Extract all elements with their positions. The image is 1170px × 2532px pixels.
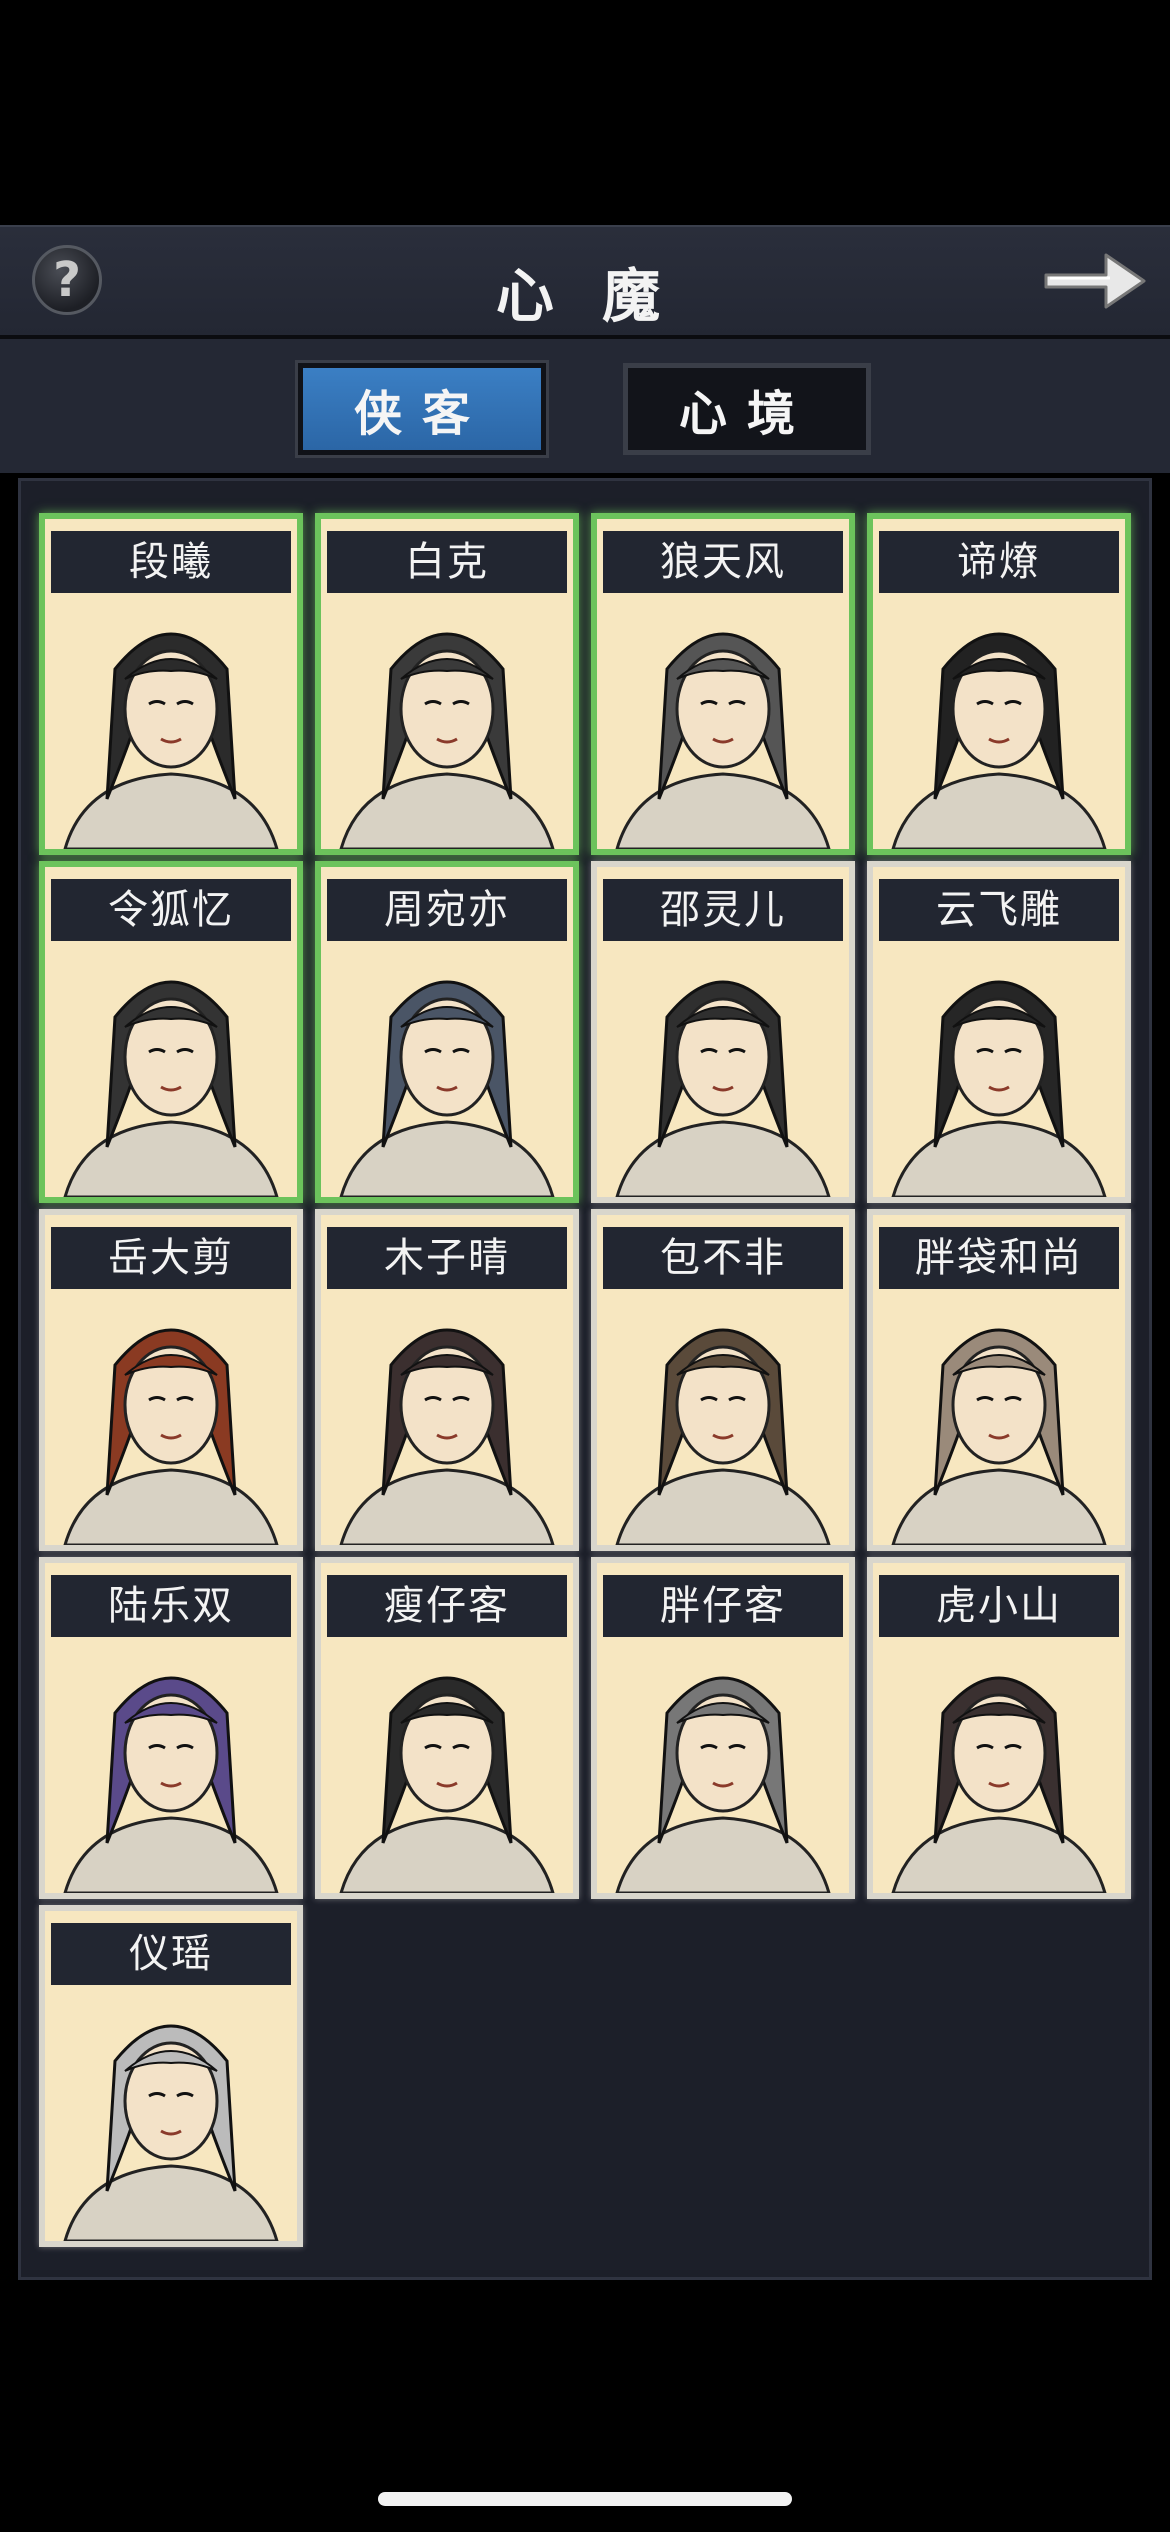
character-card[interactable]: 白克 (315, 513, 579, 855)
character-card[interactable]: 瘦仔客 (315, 1557, 579, 1899)
tab-heroes-label: 侠客 (353, 386, 490, 442)
character-name: 狼天风 (603, 531, 843, 593)
tab-bar: 侠客 心境 (0, 339, 1170, 473)
character-grid: 段曦 白克 狼天风 谛燎令狐忆 周宛亦 邵灵儿 云飞雕岳大剪 木子晴 包不非 胖袋和尚陆乐双 瘦仔客… (18, 478, 1152, 2280)
character-portrait (321, 599, 573, 849)
arrow-right-icon (1044, 253, 1146, 309)
tab-mindset[interactable]: 心境 (623, 363, 871, 455)
character-name: 白克 (327, 531, 567, 593)
character-portrait (873, 1295, 1125, 1545)
character-name: 胖袋和尚 (879, 1227, 1119, 1289)
character-name: 周宛亦 (327, 879, 567, 941)
character-name: 云飞雕 (879, 879, 1119, 941)
character-card[interactable]: 邵灵儿 (591, 861, 855, 1203)
character-name: 包不非 (603, 1227, 843, 1289)
character-card[interactable]: 包不非 (591, 1209, 855, 1551)
next-button[interactable] (1040, 245, 1150, 317)
home-indicator (378, 2492, 792, 2506)
character-portrait (45, 599, 297, 849)
character-card[interactable]: 胖袋和尚 (867, 1209, 1131, 1551)
tab-heroes[interactable]: 侠客 (298, 363, 546, 455)
character-name: 虎小山 (879, 1575, 1119, 1637)
character-portrait (45, 947, 297, 1197)
character-portrait (321, 1295, 573, 1545)
character-portrait (597, 599, 849, 849)
character-card[interactable]: 令狐忆 (39, 861, 303, 1203)
character-name: 令狐忆 (51, 879, 291, 941)
character-name: 胖仔客 (603, 1575, 843, 1637)
character-card[interactable]: 狼天风 (591, 513, 855, 855)
character-portrait (45, 1991, 297, 2241)
character-name: 段曦 (51, 531, 291, 593)
character-portrait (45, 1643, 297, 1893)
character-portrait (321, 1643, 573, 1893)
character-card[interactable]: 云飞雕 (867, 861, 1131, 1203)
character-name: 邵灵儿 (603, 879, 843, 941)
character-card[interactable]: 陆乐双 (39, 1557, 303, 1899)
character-name: 木子晴 (327, 1227, 567, 1289)
character-name: 谛燎 (879, 531, 1119, 593)
character-card[interactable]: 段曦 (39, 513, 303, 855)
character-card[interactable]: 虎小山 (867, 1557, 1131, 1899)
character-portrait (45, 1295, 297, 1545)
character-card[interactable]: 谛燎 (867, 513, 1131, 855)
character-portrait (873, 947, 1125, 1197)
character-card[interactable]: 胖仔客 (591, 1557, 855, 1899)
character-portrait (597, 1643, 849, 1893)
character-card[interactable]: 仪瑶 (39, 1905, 303, 2247)
character-portrait (597, 1295, 849, 1545)
tab-mindset-label: 心境 (678, 386, 815, 442)
character-portrait (873, 599, 1125, 849)
character-name: 陆乐双 (51, 1575, 291, 1637)
character-name: 岳大剪 (51, 1227, 291, 1289)
character-card[interactable]: 周宛亦 (315, 861, 579, 1203)
character-portrait (873, 1643, 1125, 1893)
page-title: 心 魔 (495, 262, 675, 330)
character-card[interactable]: 木子晴 (315, 1209, 579, 1551)
character-name: 仪瑶 (51, 1923, 291, 1985)
app-screen: ? 心 魔 侠客 心境 段曦 白克 狼天风 谛燎令狐忆 周宛亦 邵灵儿 云飞雕岳大剪 木子晴包… (0, 0, 1170, 2532)
character-name: 瘦仔客 (327, 1575, 567, 1637)
header-bar: ? 心 魔 (0, 225, 1170, 341)
character-portrait (597, 947, 849, 1197)
character-portrait (321, 947, 573, 1197)
character-card[interactable]: 岳大剪 (39, 1209, 303, 1551)
